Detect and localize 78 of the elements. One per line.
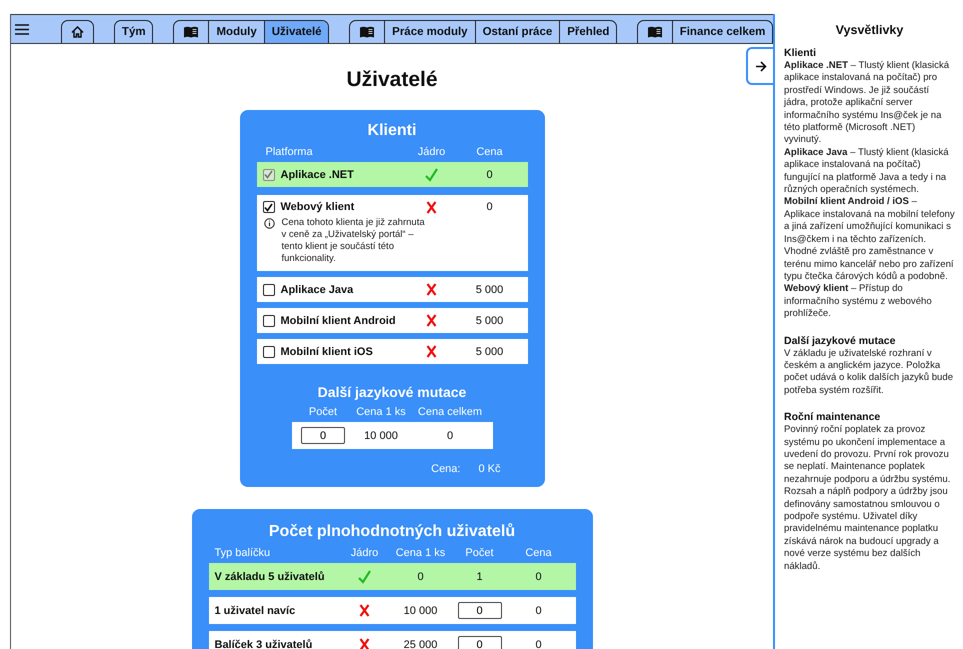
client-name: Aplikace Java bbox=[280, 284, 354, 296]
count-input[interactable]: 0 bbox=[458, 636, 502, 649]
client-name: Mobilní klient Android bbox=[280, 314, 396, 326]
column-header: Počet bbox=[308, 406, 338, 418]
nav-tab[interactable]: Přehled bbox=[559, 21, 616, 43]
column-header: Jádro bbox=[416, 146, 446, 158]
client-name: Aplikace .NET bbox=[280, 168, 354, 180]
legend-paragraph: V základu je uživatelské rozhraní v českém a anglickém jazyce. Položka počet udává o kolik dalších jazyků bude potřeba systém rozšířit. bbox=[784, 348, 954, 398]
column-header: Cena celkem bbox=[416, 406, 484, 418]
check-icon bbox=[425, 168, 438, 182]
column-header: Cena bbox=[524, 547, 553, 559]
count-text: 1 bbox=[475, 570, 484, 582]
column-header: Platforma bbox=[264, 146, 314, 158]
package-name: 1 uživatel navíc bbox=[214, 604, 296, 616]
price-text: 0 bbox=[485, 168, 494, 180]
note-text: Cena tohoto klienta je již zahrnuta v ceně za „Uživatelský portál“ – tento klient je součástí této funkcionality. bbox=[282, 217, 426, 265]
cross-icon bbox=[426, 345, 437, 358]
panel-title: Vysvětlivky bbox=[834, 23, 904, 37]
price-text: 5 000 bbox=[474, 346, 504, 358]
legend-paragraph: Povinný roční poplatek za provoz systému po ukončení implementace a uvedení do provozu. První rok provozu se neplatí. Maintenance poplatek nezahrnuje podporu a údržbu systému. Rozsah a náplň podpory a údržby jsou definovány samostatnou smlouvou o podpoře systému. Uživatel díky pravidelnému maintenance poplatku získává nárok na budoucí upgrady a nové verze systému bez dalších nákladů. bbox=[784, 424, 952, 574]
legend-paragraph: Mobilní klient Android / iOS – Aplikace instalovaná na mobilní telefony a jiná zařízení umožňující komunikaci s Ins@čkem i na těchto zařízeních. Vhodné zvláště pro zaměstnance v terénu mimo kancelář nebo pro zařízení typu čtečka čárových kódů a podobně. bbox=[784, 196, 955, 284]
card-title: Klienti bbox=[366, 122, 418, 140]
collapse-panel-button[interactable] bbox=[746, 47, 773, 85]
price-text: 0 bbox=[534, 604, 543, 616]
arrow-right-icon bbox=[754, 60, 766, 72]
column-header: Cena 1 ks bbox=[394, 547, 446, 559]
unit-price-text: 10 000 bbox=[363, 430, 399, 442]
nav-tab[interactable]: Uživatelé bbox=[264, 21, 328, 43]
price-text: 0 bbox=[534, 570, 543, 582]
price-text: 0 bbox=[534, 638, 543, 649]
unit-price-text: 0 bbox=[416, 570, 425, 582]
package-name: V základu 5 uživatelů bbox=[214, 570, 326, 582]
price-text: 0 bbox=[485, 201, 494, 213]
section-title: Další jazykové mutace bbox=[316, 384, 468, 400]
checkbox[interactable] bbox=[262, 346, 274, 358]
total-label: Cena: bbox=[431, 463, 460, 475]
client-name: Webový klient bbox=[280, 201, 354, 213]
page-title: Uživatelé bbox=[346, 68, 438, 92]
cross-icon bbox=[359, 604, 370, 617]
book-icon bbox=[646, 26, 663, 38]
checkbox[interactable] bbox=[262, 314, 274, 326]
column-header: Jádro bbox=[350, 547, 380, 559]
book-icon bbox=[359, 26, 376, 38]
checkbox[interactable] bbox=[262, 284, 274, 296]
column-header: Cena bbox=[475, 146, 504, 158]
nav-tab[interactable]: Ostaní práce bbox=[474, 21, 560, 43]
legend-heading: Další jazykové mutace bbox=[784, 334, 896, 347]
checkbox[interactable] bbox=[262, 201, 274, 213]
client-name: Mobilní klient iOS bbox=[280, 346, 373, 358]
menu-icon bbox=[15, 24, 29, 34]
home-icon bbox=[71, 26, 84, 38]
unit-price-text: 10 000 bbox=[402, 604, 438, 616]
price-text: 5 000 bbox=[474, 284, 504, 296]
total-value: 0 Kč bbox=[478, 463, 500, 475]
column-header: Počet bbox=[464, 547, 495, 559]
unit-price-text: 25 000 bbox=[402, 638, 438, 649]
package-name: Balíček 3 uživatelů bbox=[214, 638, 314, 649]
nav-tab[interactable]: Práce moduly bbox=[384, 21, 475, 43]
legend-heading: Roční maintenance bbox=[784, 411, 882, 424]
cross-icon bbox=[426, 314, 437, 327]
legend-paragraph: Webový klient – Přístup do informačního systému z webového prohlížeče. bbox=[784, 283, 933, 321]
check-icon bbox=[358, 570, 371, 584]
cross-icon bbox=[426, 201, 437, 214]
total-price-text: 0 bbox=[446, 430, 454, 442]
info-icon bbox=[264, 218, 274, 229]
card-title: Počet plnohodnotných uživatelů bbox=[268, 523, 516, 541]
count-input[interactable]: 0 bbox=[458, 602, 502, 619]
price-text: 5 000 bbox=[474, 314, 504, 326]
column-header: Cena 1 ks bbox=[355, 406, 407, 418]
book-icon bbox=[183, 26, 200, 38]
cross-icon bbox=[426, 283, 437, 296]
legend-heading: Klienti bbox=[784, 47, 818, 59]
nav-tab[interactable]: Tým bbox=[114, 21, 152, 43]
count-input[interactable]: 0 bbox=[301, 427, 345, 444]
legend-paragraph: Aplikace .NET – Tlustý klient (klasická aplikace instalovaná na počítač) pro prostředí Windows. Je již součástí jádra, protože aplikační server informačního systému Ins@ček je na této platformě (Microsoft .NET) vyvinutý. bbox=[784, 60, 950, 147]
legend-paragraph: Aplikace Java – Tlustý klient (klasická aplikace instalovaná na počítač) fungující na platformě Java a tedy i na různých operačních systémech. bbox=[784, 146, 950, 196]
cross-icon bbox=[359, 638, 370, 649]
column-header: Typ balíčku bbox=[214, 547, 272, 559]
